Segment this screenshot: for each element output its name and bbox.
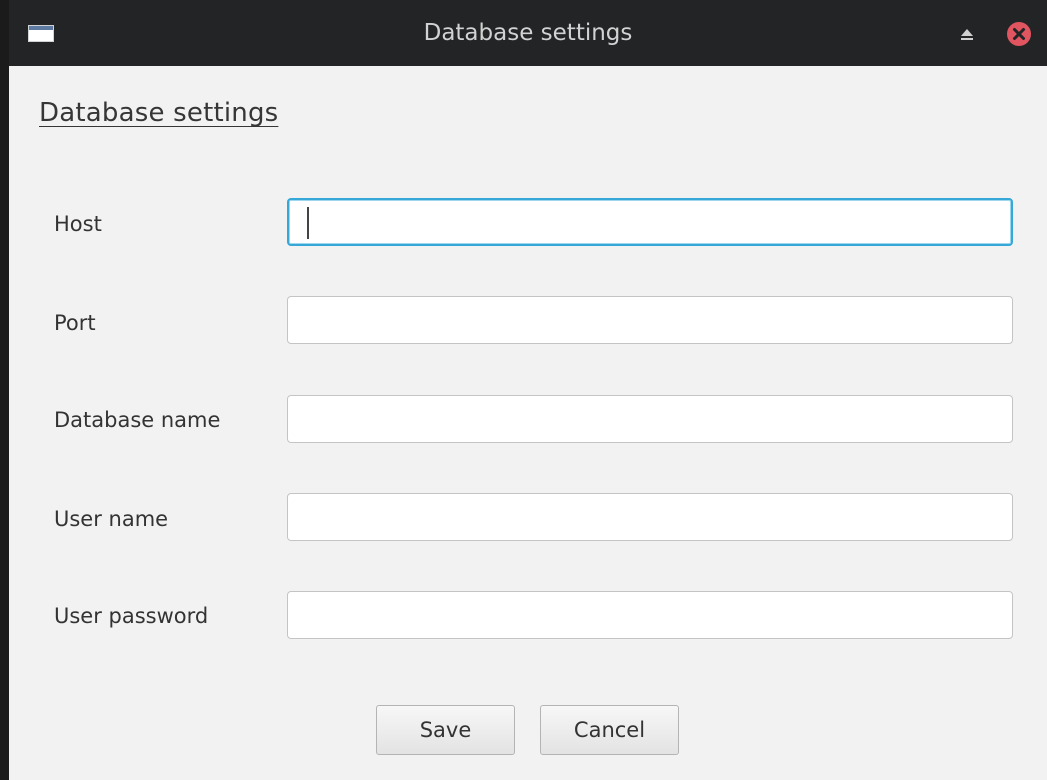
section-heading: Database settings xyxy=(39,98,279,128)
user-password-label: User password xyxy=(54,604,209,628)
save-button[interactable]: Save xyxy=(376,705,515,755)
user-password-input[interactable] xyxy=(287,591,1013,639)
dialog-content: Database settings Host Port Database nam… xyxy=(9,66,1047,780)
text-caret xyxy=(307,207,309,239)
host-label: Host xyxy=(54,212,102,236)
user-name-input[interactable] xyxy=(287,493,1013,541)
database-name-input[interactable] xyxy=(287,395,1013,443)
user-name-label: User name xyxy=(54,507,169,531)
eject-icon[interactable] xyxy=(959,26,975,42)
close-icon[interactable] xyxy=(1007,22,1031,46)
window-title: Database settings xyxy=(423,20,633,46)
port-label: Port xyxy=(54,311,96,335)
host-input[interactable] xyxy=(287,198,1013,246)
cancel-button[interactable]: Cancel xyxy=(540,705,679,755)
port-input[interactable] xyxy=(287,296,1013,344)
title-bar[interactable]: Database settings xyxy=(9,0,1047,66)
dialog-window: Database settings Database settings Host… xyxy=(0,0,1047,780)
database-name-label: Database name xyxy=(54,408,221,432)
